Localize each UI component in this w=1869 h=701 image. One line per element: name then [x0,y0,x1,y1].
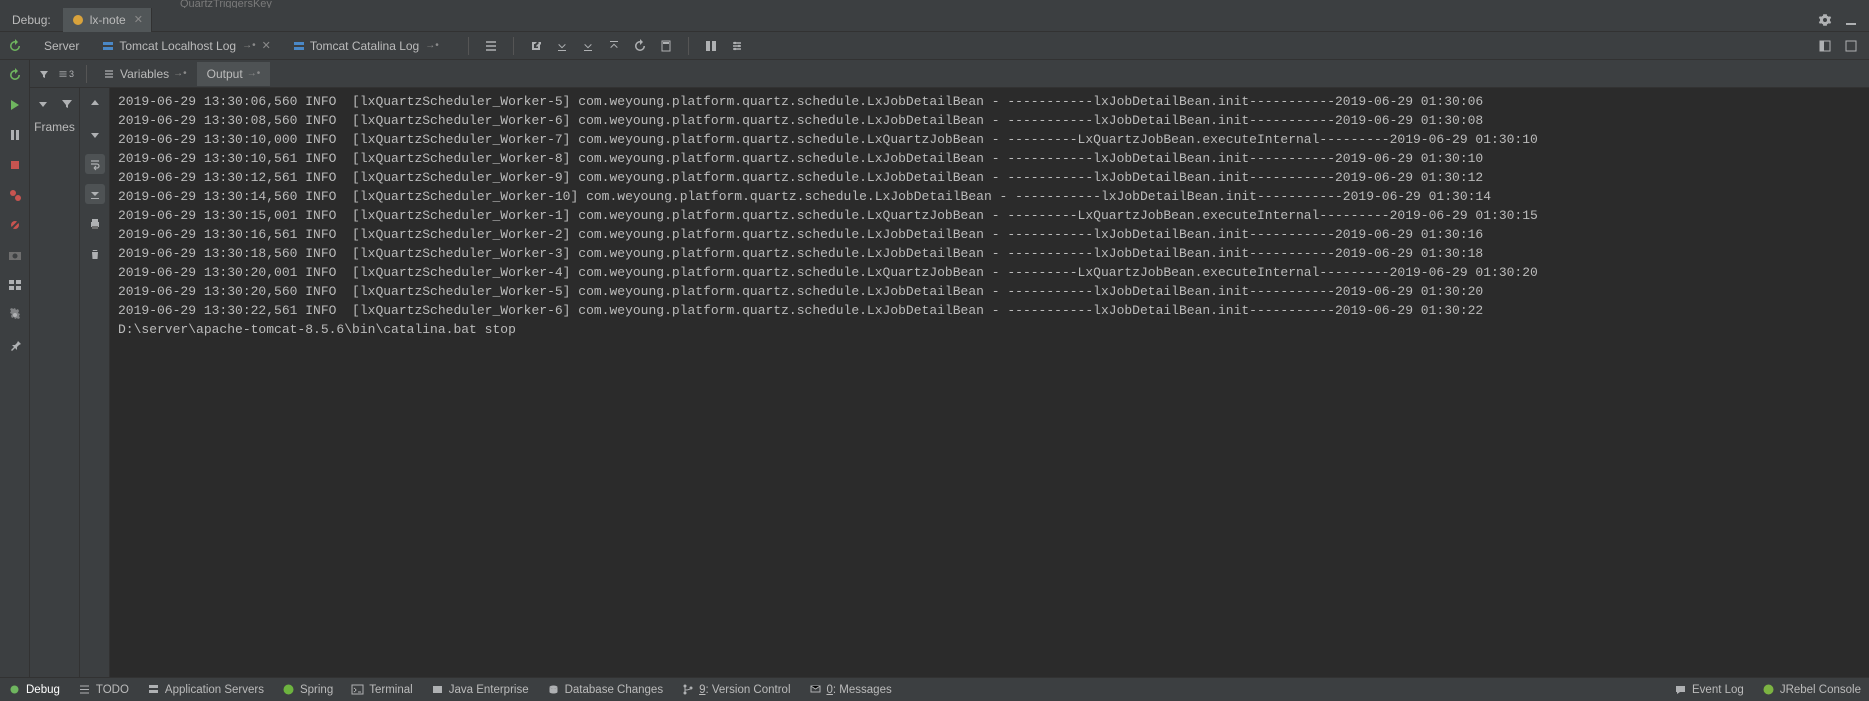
frames-label: Frames [34,120,75,134]
arrow-down-icon[interactable] [35,96,51,112]
database-icon [547,683,560,696]
calculator-icon[interactable] [658,38,674,54]
event-log-icon [1674,683,1687,696]
status-todo[interactable]: TODO [78,683,129,696]
threads-icon[interactable]: 3 [58,66,74,82]
tomcat-icon [71,13,85,27]
open-browser-icon[interactable] [528,38,544,54]
resume-icon[interactable] [6,96,24,114]
arrow-down-icon[interactable] [85,124,105,144]
rerun-icon[interactable] [7,38,23,54]
view-breakpoints-icon[interactable] [6,186,24,204]
close-icon[interactable]: ✕ [134,13,143,26]
messages-icon [809,683,822,696]
settings-icon[interactable] [729,38,745,54]
branch-icon [681,683,694,696]
spring-icon [282,683,295,696]
debug-tab-row: Debug: lx-note ✕ [0,8,1869,32]
output-label: Output [207,67,243,81]
debug-label: Debug: [0,13,63,27]
server-icon [293,40,305,52]
status-bar: Debug TODO Application Servers Spring Te… [0,677,1869,701]
terminal-icon [351,683,364,696]
todo-icon [78,683,91,696]
pin-icon[interactable] [6,336,24,354]
output-tab[interactable]: Output →• [197,62,271,86]
layout-settings-icon[interactable] [6,276,24,294]
variables-output-header: 3 Variables →• Output →• [30,60,1869,88]
status-event-log[interactable]: Event Log [1674,683,1744,696]
rerun-icon[interactable] [6,66,24,84]
refresh-icon[interactable] [632,38,648,54]
upload-icon[interactable] [606,38,622,54]
variables-label: Variables [120,67,169,81]
gear-icon[interactable] [6,306,24,324]
layout-icon[interactable] [703,38,719,54]
tool-icon-right-1[interactable] [1817,38,1833,54]
pin-icon: →• [247,68,261,79]
camera-icon[interactable] [6,246,24,264]
log-tab-catalina[interactable]: Tomcat Catalina Log →• [284,34,448,58]
variables-tab[interactable]: Variables →• [93,62,197,86]
debugger-sidebar [0,60,30,677]
download-icon[interactable] [554,38,570,54]
download-icon-2[interactable] [580,38,596,54]
server-icon [147,683,160,696]
console-output[interactable]: 2019-06-29 13:30:06,560 INFO [lxQuartzSc… [110,88,1869,677]
status-messages[interactable]: 0: Messages [809,683,892,696]
tool-icon-right-2[interactable] [1843,38,1859,54]
status-database-changes[interactable]: Database Changes [547,683,663,696]
status-jrebel[interactable]: JRebel Console [1762,683,1861,696]
gear-icon[interactable] [1817,12,1833,28]
log-tab-localhost[interactable]: Tomcat Localhost Log →• ✕ [93,34,279,58]
pin-icon: →• [425,40,439,51]
soft-wrap-icon[interactable] [85,154,105,174]
status-terminal[interactable]: Terminal [351,683,412,696]
debug-tab-label: lx-note [90,13,126,27]
log-tab-label: Tomcat Localhost Log [119,39,236,53]
variables-icon [103,68,115,80]
status-version-control[interactable]: 9: Version Control [681,683,790,696]
minimize-icon[interactable] [1843,12,1859,28]
status-debug[interactable]: Debug [8,683,60,696]
stop-icon[interactable] [6,156,24,174]
trash-icon[interactable] [85,244,105,264]
jrebel-icon [1762,683,1775,696]
mute-breakpoints-icon[interactable] [6,216,24,234]
bug-icon [8,683,21,696]
debug-tab-lxnote[interactable]: lx-note ✕ [63,8,152,32]
log-tab-label: Tomcat Catalina Log [310,39,419,53]
frames-panel: Frames [30,88,80,677]
pause-icon[interactable] [6,126,24,144]
server-label[interactable]: Server [30,39,93,53]
status-app-servers[interactable]: Application Servers [147,683,264,696]
top-strip: QuartzTriggersKey [0,0,1869,8]
list-icon[interactable] [483,38,499,54]
pin-icon: →• [173,68,187,79]
print-icon[interactable] [85,214,105,234]
status-java-enterprise[interactable]: Java Enterprise [431,683,529,696]
server-icon [102,40,114,52]
scroll-to-end-icon[interactable] [85,184,105,204]
funnel-icon[interactable] [59,96,75,112]
pin-icon: →• [242,40,256,51]
console-gutter [80,88,110,677]
filter-dropdown-icon[interactable] [36,66,52,82]
server-row: Server Tomcat Localhost Log →• ✕ Tomcat … [0,32,1869,60]
arrow-up-icon[interactable] [85,94,105,114]
status-spring[interactable]: Spring [282,683,333,696]
java-icon [431,683,444,696]
close-icon[interactable]: ✕ [262,39,271,52]
